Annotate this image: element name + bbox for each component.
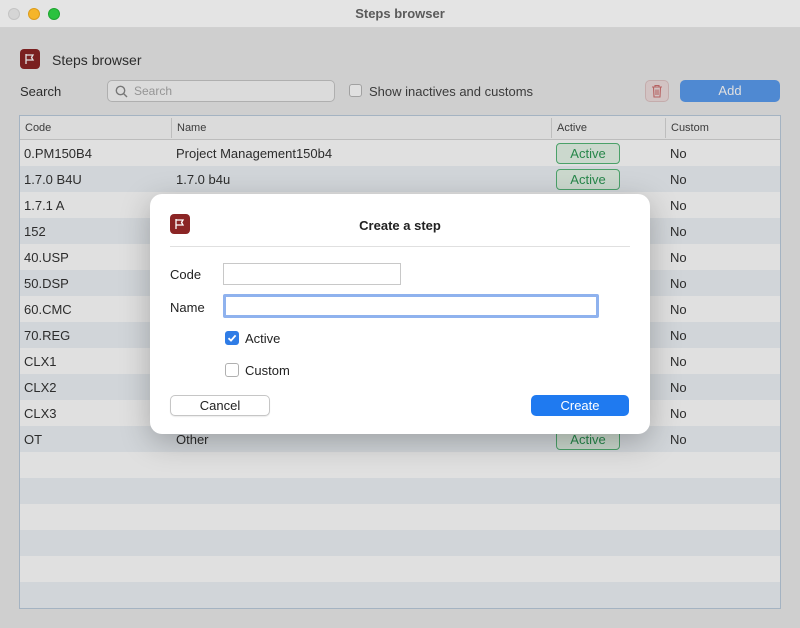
name-field[interactable]	[223, 294, 599, 318]
dialog-title: Create a step	[359, 218, 441, 233]
code-field[interactable]	[223, 263, 401, 285]
active-checkbox[interactable]	[225, 331, 239, 345]
window-title: Steps browser	[355, 6, 445, 21]
dialog-divider	[170, 246, 630, 247]
create-button[interactable]: Create	[531, 395, 629, 416]
checkmark-icon	[227, 334, 237, 342]
custom-checkbox[interactable]	[225, 363, 239, 377]
code-label: Code	[170, 267, 202, 282]
active-checkbox-label: Active	[245, 331, 281, 346]
custom-checkbox-label: Custom	[245, 363, 290, 378]
cancel-button[interactable]: Cancel	[170, 395, 270, 416]
create-step-dialog: Create a step Code Name Active Custom Ca…	[150, 194, 650, 434]
name-label: Name	[170, 300, 205, 315]
title-bar[interactable]: Steps browser	[0, 0, 800, 28]
